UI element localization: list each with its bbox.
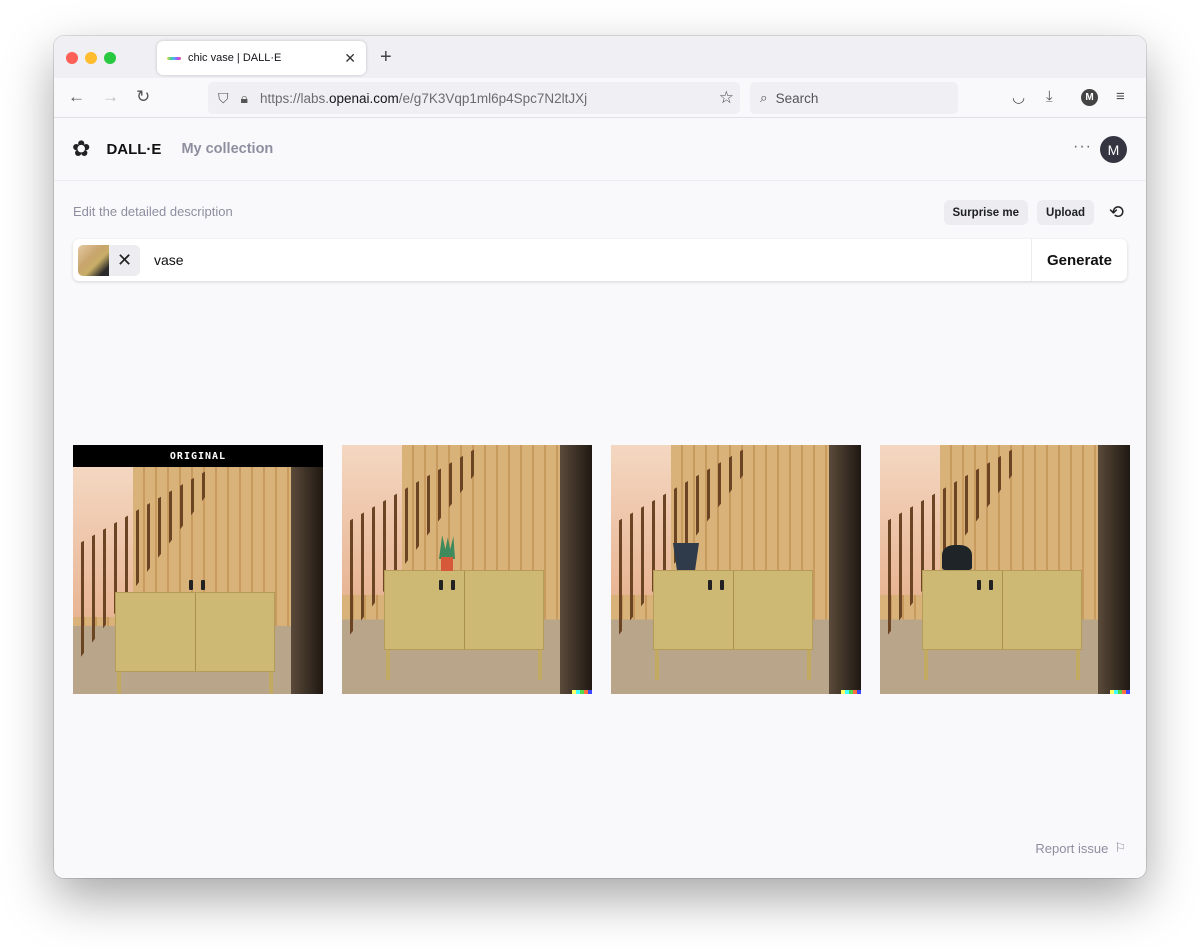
upload-button[interactable]: Upload	[1037, 200, 1094, 225]
generated-image[interactable]	[880, 445, 1130, 694]
lock-icon[interactable]: 🔒︎	[241, 90, 248, 107]
back-icon[interactable]: ←	[68, 87, 85, 107]
maximize-window-button[interactable]	[104, 52, 116, 64]
minimize-window-button[interactable]	[85, 52, 97, 64]
history-icon[interactable]: ⟲	[1109, 202, 1124, 223]
generated-image[interactable]	[342, 445, 592, 694]
edit-description-label: Edit the detailed description	[73, 204, 233, 219]
sculpture-object	[942, 545, 972, 570]
search-icon: ⌕	[760, 90, 768, 105]
search-placeholder: Search	[775, 90, 819, 106]
close-window-button[interactable]	[66, 52, 78, 64]
openai-logo-icon[interactable]: ✿	[72, 136, 90, 162]
brand-name[interactable]: DALL·E	[106, 141, 161, 158]
account-icon[interactable]: M	[1081, 89, 1098, 106]
bookmark-star-icon[interactable]: ☆	[719, 88, 734, 108]
flag-icon: ⚐	[1114, 840, 1126, 855]
pocket-icon[interactable]: ◡	[1012, 88, 1025, 106]
forward-icon[interactable]: →	[102, 87, 119, 107]
generate-button[interactable]: Generate	[1031, 239, 1127, 281]
menu-icon[interactable]: ≡	[1116, 88, 1125, 105]
tab-title: chic vase | DALL·E	[188, 52, 282, 64]
remove-image-icon[interactable]: ✕	[109, 245, 140, 276]
original-image[interactable]: ORIGINAL	[73, 445, 323, 694]
browser-window: chic vase | DALL·E ✕ + ← → ↻ ⛉ 🔒︎ https:…	[54, 36, 1146, 878]
my-collection-link[interactable]: My collection	[181, 141, 273, 157]
source-image-thumbnail	[78, 244, 109, 276]
results-grid: ORIGINAL	[73, 445, 1130, 694]
url-bar[interactable]: ⛉ 🔒︎ https://labs.openai.com/e/g7K3Vqp1m…	[208, 82, 740, 114]
download-icon[interactable]: ⤓	[1046, 88, 1053, 105]
reload-icon[interactable]: ↻	[136, 87, 150, 107]
new-tab-icon[interactable]: +	[380, 46, 392, 69]
surprise-me-button[interactable]: Surprise me	[943, 200, 1028, 225]
report-issue-label: Report issue	[1035, 840, 1109, 856]
more-options-icon[interactable]: ···	[1073, 138, 1092, 156]
dalle-favicon-icon	[167, 56, 181, 60]
tab-bar: chic vase | DALL·E ✕ +	[54, 36, 1146, 78]
close-tab-icon[interactable]: ✕	[344, 50, 356, 67]
browser-tab[interactable]: chic vase | DALL·E ✕	[157, 41, 366, 75]
search-input[interactable]: ⌕ Search	[750, 82, 958, 114]
source-image-chip: ✕	[78, 244, 140, 276]
dalle-signature	[841, 690, 861, 694]
dalle-signature	[1110, 690, 1130, 694]
avatar[interactable]: M	[1100, 136, 1127, 163]
shield-icon[interactable]: ⛉	[218, 90, 229, 107]
page-content: ✿ DALL·E My collection ··· M Edit the de…	[54, 118, 1146, 878]
app-header: ✿ DALL·E My collection ··· M	[54, 118, 1146, 181]
vase-object	[673, 543, 699, 570]
nav-bar: ← → ↻ ⛉ 🔒︎ https://labs.openai.com/e/g7K…	[54, 78, 1146, 118]
url-text[interactable]: https://labs.openai.com/e/g7K3Vqp1ml6p4S…	[260, 91, 587, 106]
prompt-bar: ✕ Generate	[73, 239, 1127, 281]
dalle-signature	[572, 690, 592, 694]
prompt-input[interactable]	[140, 252, 1031, 268]
original-label: ORIGINAL	[73, 445, 323, 467]
report-issue-link[interactable]: Report issue ⚐	[1035, 840, 1126, 856]
generated-image[interactable]	[611, 445, 861, 694]
